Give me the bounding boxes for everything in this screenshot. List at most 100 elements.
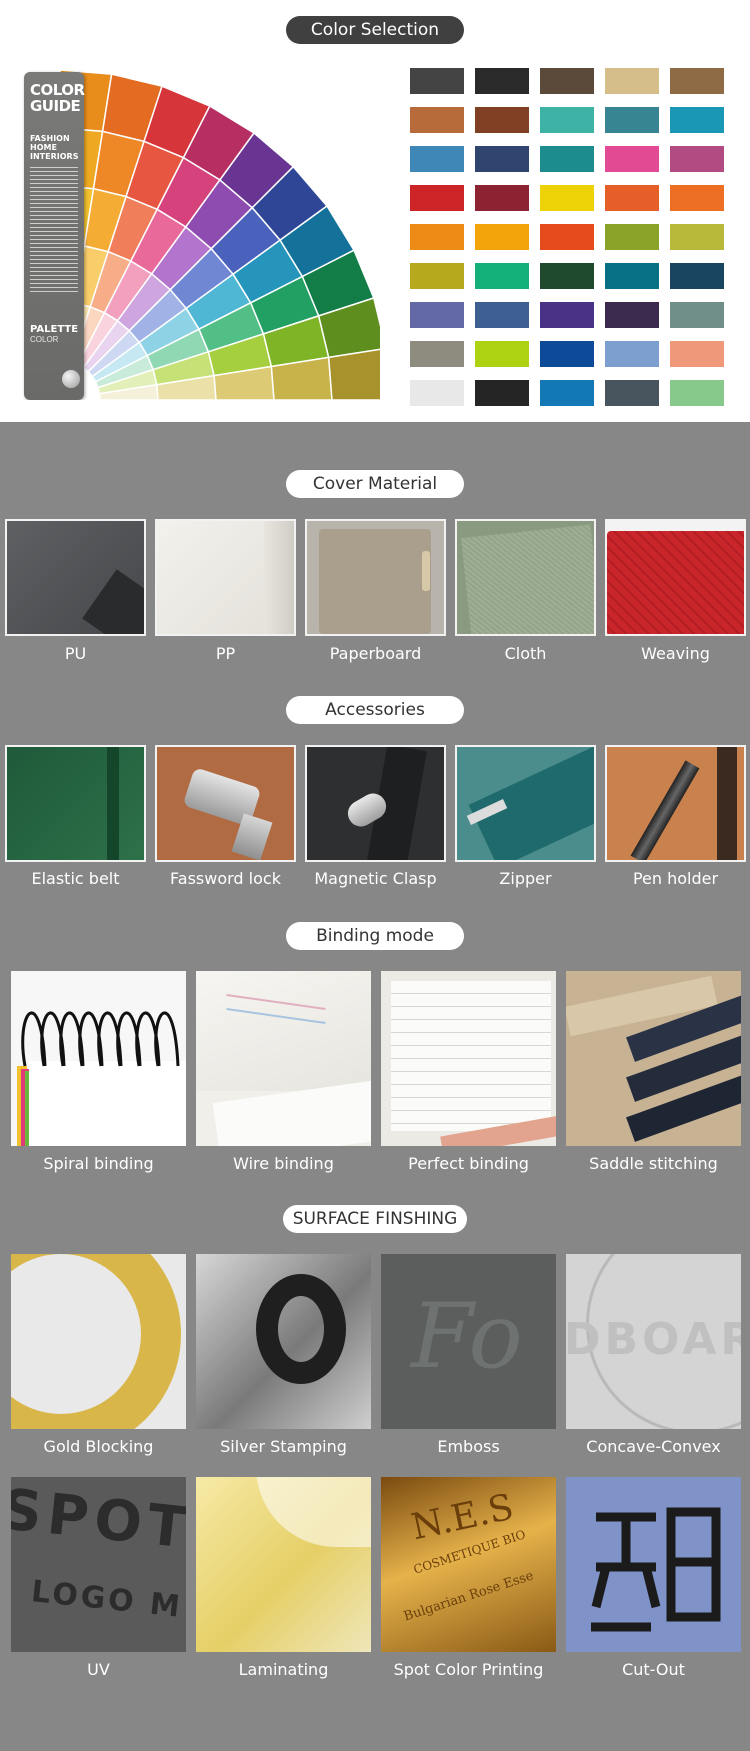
color-swatch xyxy=(410,341,464,367)
color-swatch xyxy=(475,263,529,289)
color-swatch xyxy=(670,68,724,94)
cut-out-glyph-graphic xyxy=(591,1507,721,1632)
binding-wire-image xyxy=(196,971,371,1146)
finish-board-text: DBOAR xyxy=(566,1314,741,1365)
binding-mode-title: Binding mode xyxy=(286,922,464,950)
color-swatch xyxy=(670,107,724,133)
finish-label-emboss: Emboss xyxy=(437,1437,500,1456)
finish-label-concave-convex: Concave-Convex xyxy=(586,1437,721,1456)
accessory-label-password-lock: Fassword lock xyxy=(170,869,281,888)
accessory-elastic-belt-image xyxy=(5,745,146,862)
color-swatch xyxy=(540,263,594,289)
spiral-coils-graphic xyxy=(17,1011,186,1146)
color-swatch xyxy=(410,146,464,172)
material-label-pu: PU xyxy=(64,644,87,663)
finish-silver-stamping-image xyxy=(196,1254,371,1429)
color-swatch xyxy=(670,185,724,211)
finish-label-spot-color-printing: Spot Color Printing xyxy=(393,1660,544,1679)
binding-saddle-image xyxy=(566,971,741,1146)
color-swatch xyxy=(670,380,724,406)
material-paperboard-image xyxy=(305,519,446,636)
color-swatch xyxy=(605,380,659,406)
material-weaving-image xyxy=(605,519,746,636)
guide-brand: PALETTE xyxy=(30,324,79,335)
color-swatch xyxy=(670,224,724,250)
material-label-cloth: Cloth xyxy=(504,644,547,663)
binding-label-saddle: Saddle stitching xyxy=(589,1154,718,1173)
color-swatch xyxy=(475,68,529,94)
color-swatch xyxy=(605,224,659,250)
material-label-paperboard: Paperboard xyxy=(329,644,422,663)
binding-perfect-image xyxy=(381,971,556,1146)
color-swatch xyxy=(540,341,594,367)
color-swatch xyxy=(670,341,724,367)
color-swatch xyxy=(670,146,724,172)
color-swatch xyxy=(410,302,464,328)
color-swatch xyxy=(475,302,529,328)
binding-spiral-image xyxy=(11,971,186,1146)
finish-uv-logo-text: LOGO M xyxy=(29,1574,185,1625)
finish-label-laminating: Laminating xyxy=(238,1660,329,1679)
guide-title: COLOR GUIDE xyxy=(30,81,85,115)
color-swatch xyxy=(605,107,659,133)
finish-cut-out-image xyxy=(566,1477,741,1652)
accessory-password-lock-image xyxy=(155,745,296,862)
guide-subtitle: FASHION HOME INTERIORS xyxy=(30,134,79,161)
finish-uv-spot-text: SPOT xyxy=(11,1477,186,1562)
accessories-title: Accessories xyxy=(286,696,464,724)
color-swatch xyxy=(605,341,659,367)
color-swatch xyxy=(605,146,659,172)
surface-finishing-title: SURFACE FINSHING xyxy=(283,1205,467,1233)
color-swatch xyxy=(410,263,464,289)
color-swatch xyxy=(540,68,594,94)
guide-rivet-icon xyxy=(62,370,80,388)
color-swatch xyxy=(475,341,529,367)
finish-label-gold-blocking: Gold Blocking xyxy=(43,1437,154,1456)
accessory-label-elastic-belt: Elastic belt xyxy=(31,869,120,888)
color-swatch xyxy=(540,380,594,406)
accessory-zipper-image xyxy=(455,745,596,862)
finish-label-uv: UV xyxy=(87,1660,110,1679)
cover-material-title: Cover Material xyxy=(286,470,464,498)
color-swatch xyxy=(605,263,659,289)
guide-text-lines xyxy=(30,167,78,295)
color-swatch xyxy=(410,380,464,406)
finish-label-cut-out: Cut-Out xyxy=(622,1660,685,1679)
color-swatch xyxy=(410,224,464,250)
binding-label-spiral: Spiral binding xyxy=(43,1154,154,1173)
accessory-label-zipper: Zipper xyxy=(499,869,552,888)
color-swatch xyxy=(605,302,659,328)
color-selection-section: Color Selection COLOR GUIDE FASHION HOME IN… xyxy=(0,0,750,422)
color-swatch xyxy=(540,224,594,250)
fan-color-chip xyxy=(327,348,380,400)
color-swatch xyxy=(605,185,659,211)
material-pp-image xyxy=(155,519,296,636)
color-swatch xyxy=(410,185,464,211)
color-swatch xyxy=(605,68,659,94)
color-selection-title: Color Selection xyxy=(286,16,464,44)
color-swatch xyxy=(670,302,724,328)
color-swatch xyxy=(540,146,594,172)
color-swatch xyxy=(410,107,464,133)
color-swatch xyxy=(410,68,464,94)
material-cloth-image xyxy=(455,519,596,636)
finish-concave-convex-image: DBOAR xyxy=(566,1254,741,1429)
color-swatch xyxy=(475,185,529,211)
material-label-pp: PP xyxy=(215,644,236,663)
guide-brand-sub: COLOR xyxy=(30,335,59,344)
color-guide-fan: COLOR GUIDE FASHION HOME INTERIORS PALETTE … xyxy=(20,68,380,400)
binding-label-wire: Wire binding xyxy=(233,1154,334,1173)
binding-label-perfect: Perfect binding xyxy=(408,1154,529,1173)
color-swatch xyxy=(540,107,594,133)
finish-uv-image: SPOT LOGO M xyxy=(11,1477,186,1652)
accessory-label-pen-holder: Pen holder xyxy=(632,869,719,888)
accessory-pen-holder-image xyxy=(605,745,746,862)
finish-emboss-image: Fo xyxy=(381,1254,556,1429)
accessory-label-magnetic-clasp: Magnetic Clasp xyxy=(314,869,437,888)
color-swatch xyxy=(475,380,529,406)
accessory-magnetic-clasp-image xyxy=(305,745,446,862)
color-swatch xyxy=(475,146,529,172)
color-swatch xyxy=(475,107,529,133)
material-pu-image xyxy=(5,519,146,636)
color-swatch xyxy=(540,185,594,211)
